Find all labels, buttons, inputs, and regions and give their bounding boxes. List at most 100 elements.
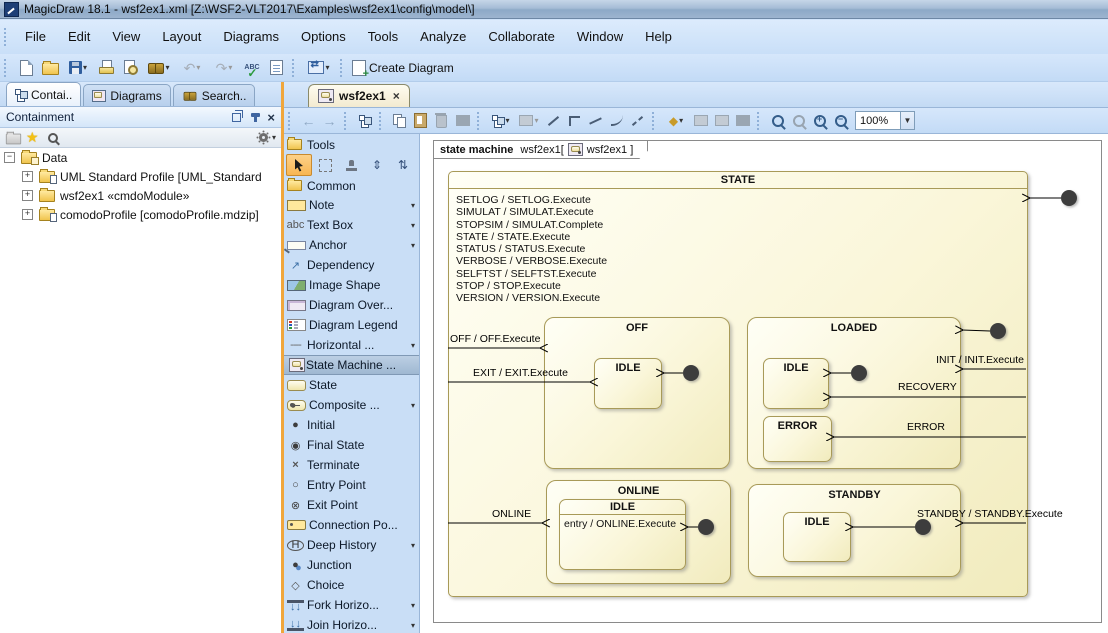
path-curved-button[interactable] (606, 111, 627, 131)
tool-connection-point[interactable]: Connection Po... (284, 515, 419, 535)
menu-tools[interactable]: Tools (357, 20, 409, 54)
toolbar-drag-handle[interactable] (292, 59, 298, 77)
caret-down-icon[interactable] (272, 133, 276, 142)
open-project-button[interactable] (38, 57, 62, 79)
tool-join-horizontal[interactable]: ↓↓ Join Horizo... (284, 615, 419, 633)
menu-help[interactable]: Help (634, 20, 683, 54)
caret-down-icon[interactable] (411, 241, 415, 250)
marquee-tool-button[interactable] (312, 154, 338, 176)
path-oblique-button[interactable] (585, 111, 606, 131)
expander-icon[interactable] (22, 209, 33, 220)
float-panel-icon[interactable] (232, 113, 241, 122)
tool-deep-history[interactable]: H Deep History (284, 535, 419, 555)
menu-collaborate[interactable]: Collaborate (477, 20, 566, 54)
new-project-button[interactable] (14, 57, 38, 79)
menu-diagrams[interactable]: Diagrams (212, 20, 290, 54)
tool-anchor[interactable]: Anchor (284, 235, 419, 255)
caret-down-icon[interactable] (196, 63, 200, 72)
compartment-button-2[interactable] (711, 111, 732, 131)
tree-item-uml-standard-profile[interactable]: UML Standard Profile [UML_Standard (22, 167, 281, 186)
tool-note[interactable]: Note (284, 195, 419, 215)
transition-label-error[interactable]: ERROR (907, 421, 945, 433)
center-vertical-button[interactable]: ⇅ (390, 154, 416, 176)
toolbar-drag-handle[interactable] (344, 112, 350, 130)
toolbar-drag-handle[interactable] (757, 112, 763, 130)
pin-panel-icon[interactable] (254, 113, 257, 122)
undo-button[interactable]: ↶ (176, 57, 208, 79)
create-diagram-button[interactable]: Create Diagram (350, 57, 462, 79)
zoom-in-button[interactable]: + (809, 111, 830, 131)
close-panel-icon[interactable]: × (267, 111, 275, 124)
state-LOADED-IDLE[interactable]: IDLE (763, 358, 829, 409)
internal-transition-line[interactable]: VERSION / VERSION.Execute (456, 292, 1027, 304)
internal-transition-line[interactable]: STATE / STATE.Execute (456, 231, 1027, 243)
transition-label-standby[interactable]: STANDBY / STANDBY.Execute (917, 508, 1063, 520)
tab-search[interactable]: Search.. (173, 84, 256, 106)
caret-down-icon[interactable] (534, 116, 538, 125)
toolbar-drag-handle[interactable] (4, 28, 10, 46)
path-dashed-button[interactable] (627, 111, 648, 131)
spelling-button[interactable]: ABC (240, 57, 264, 79)
diagram-canvas[interactable]: state machine wsf2ex1[ wsf2ex1 ] STATE S… (419, 134, 1108, 633)
transfer-button[interactable] (302, 57, 336, 79)
expander-icon[interactable] (22, 190, 33, 201)
caret-down-icon[interactable] (411, 621, 415, 630)
menu-window[interactable]: Window (566, 20, 634, 54)
internal-transition-line[interactable]: SETLOG / SETLOG.Execute (456, 194, 1027, 206)
caret-down-icon[interactable] (165, 63, 169, 72)
layers-button[interactable] (452, 111, 473, 131)
layout-hierarchy-button[interactable] (487, 111, 515, 131)
path-rectilinear-button[interactable] (564, 111, 585, 131)
zoom-1to1-button[interactable] (788, 111, 809, 131)
distribute-vertical-button[interactable]: ⇕ (364, 154, 390, 176)
menu-edit[interactable]: Edit (57, 20, 101, 54)
initial-pseudostate-loaded[interactable] (851, 365, 867, 381)
tools-group-header[interactable]: Tools (284, 135, 419, 154)
tool-horizontal-separator[interactable]: ---- Horizontal ... (284, 335, 419, 355)
transition-label-init[interactable]: INIT / INIT.Execute (872, 354, 1024, 366)
caret-down-icon[interactable] (679, 116, 683, 125)
internal-transition-line[interactable]: SELFTST / SELFTST.Execute (456, 268, 1027, 280)
tool-diagram-overview[interactable]: Diagram Over... (284, 295, 419, 315)
show-diamond-button[interactable]: ◆ (662, 111, 690, 131)
tab-diagrams[interactable]: Diagrams (83, 84, 170, 106)
expander-icon[interactable] (22, 171, 33, 182)
internal-transition-line[interactable]: STATUS / STATUS.Execute (456, 243, 1027, 255)
initial-pseudostate-off[interactable] (683, 365, 699, 381)
transition-label-off[interactable]: OFF / OFF.Execute (450, 333, 540, 345)
menu-view[interactable]: View (101, 20, 151, 54)
menu-file[interactable]: File (14, 20, 57, 54)
print-preview-button[interactable] (118, 57, 142, 79)
caret-down-icon[interactable] (411, 541, 415, 550)
internal-transition-line[interactable]: VERBOSE / VERBOSE.Execute (456, 255, 1027, 267)
tool-composite-state[interactable]: Composite ... (284, 395, 419, 415)
find-button[interactable] (142, 57, 176, 79)
layout-secondary-button[interactable] (515, 111, 543, 131)
select-in-containment-button[interactable] (354, 111, 375, 131)
transition-label-exit[interactable]: EXIT / EXIT.Execute (473, 367, 568, 379)
caret-down-icon[interactable] (325, 63, 329, 72)
menu-layout[interactable]: Layout (151, 20, 212, 54)
caret-down-icon[interactable] (83, 63, 87, 72)
tab-containment[interactable]: Contai.. (6, 82, 81, 106)
zoom-combobox[interactable]: 100% ▼ (855, 111, 915, 130)
settings-gear-icon[interactable] (259, 133, 268, 142)
internal-transition-line[interactable]: STOPSIM / SIMULAT.Complete (456, 219, 1027, 231)
internal-transition-line[interactable]: SIMULAT / SIMULAT.Execute (456, 206, 1027, 218)
tool-fork-horizontal[interactable]: ↓↓ Fork Horizo... (284, 595, 419, 615)
redo-button[interactable]: ↷ (208, 57, 240, 79)
stamp-tool-button[interactable] (338, 154, 364, 176)
tree-item-comodo-profile[interactable]: comodoProfile [comodoProfile.mdzip] (22, 205, 281, 224)
initial-pseudostate-standby[interactable] (915, 519, 931, 535)
back-button[interactable]: ← (298, 111, 319, 131)
caret-down-icon[interactable]: ▼ (900, 112, 914, 129)
tool-choice[interactable]: ◇ Choice (284, 575, 419, 595)
tree-item-wsf2ex1[interactable]: wsf2ex1 «cmdoModule» (22, 186, 281, 205)
expander-icon[interactable] (4, 152, 15, 163)
title-bar[interactable]: MagicDraw 18.1 - wsf2ex1.xml [Z:\WSF2-VL… (0, 0, 1108, 19)
tool-state[interactable]: State (284, 375, 419, 395)
print-button[interactable] (94, 57, 118, 79)
state-OFF-IDLE[interactable]: IDLE (594, 358, 662, 409)
caret-down-icon[interactable] (411, 341, 415, 350)
tool-diagram-legend[interactable]: Diagram Legend (284, 315, 419, 335)
